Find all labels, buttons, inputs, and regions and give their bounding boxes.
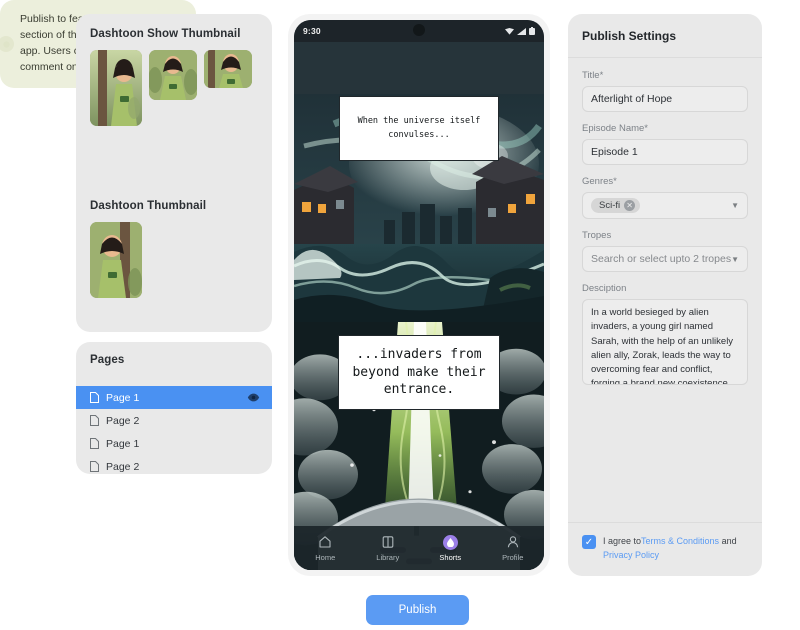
chevron-down-icon: ▼ [731,201,739,210]
page-label: Page 2 [106,414,140,427]
signal-icon [517,27,526,35]
genre-chip: Sci-fi ✕ [591,198,641,213]
terms-checkbox[interactable]: ✓ [582,535,596,549]
genre-chip-label: Sci-fi [599,200,621,211]
page-list-item-2[interactable]: Page 2 [76,409,272,432]
genres-select[interactable]: Sci-fi ✕ ▼ [582,192,748,219]
document-icon [90,392,99,403]
book-icon [381,535,395,550]
comic-viewer[interactable]: When the universe itself convulses... ..… [294,42,544,570]
tropes-placeholder: Search or select upto 2 tropes [591,253,732,265]
status-time: 9:30 [303,26,321,36]
page-label: Page 2 [106,460,140,473]
publish-settings-panel: Publish Settings Title* Episode Name* Ge… [568,14,762,576]
episode-field-group: Episode Name* [582,123,748,165]
nav-item-home[interactable]: Home [294,535,357,562]
remove-genre-icon[interactable]: ✕ [624,200,636,211]
wifi-icon [505,27,514,35]
eye-icon[interactable] [247,393,260,402]
show-thumbnail-row [90,50,258,126]
description-textarea[interactable]: In a world besieged by alien invaders, a… [582,299,748,385]
document-icon [90,438,99,449]
page-list-item-1[interactable]: Page 1 [76,386,272,409]
tropes-label: Tropes [582,230,612,241]
show-thumbnail-3[interactable] [204,50,252,88]
phone-screen: 9:30 When the universe itself convulses.… [294,20,544,570]
document-icon [90,461,99,472]
nav-item-profile[interactable]: Profile [482,535,545,562]
nav-item-shorts[interactable]: Shorts [419,534,482,562]
chevron-down-icon: ▼ [731,254,739,264]
shorts-icon [442,534,458,550]
genres-label: Genres* [582,176,617,187]
comic-caption-1: When the universe itself convulses... [339,96,499,161]
camera-notch [413,24,425,36]
title-field-group: Title* [582,70,748,112]
tropes-select[interactable]: Search or select upto 2 tropes ▼ [582,246,748,272]
page-list-item-4[interactable]: Page 2 [76,455,272,474]
title-label: Title* [582,70,604,81]
terms-text: I agree toTerms & Conditions and Privacy… [603,535,748,562]
pages-panel: Pages Page 1 Page 2 Page 1 Page 2 [76,342,272,474]
info-icon [0,36,14,52]
privacy-policy-link[interactable]: Privacy Policy [603,550,659,560]
phone-preview: 9:30 When the universe itself convulses.… [288,14,550,576]
page-list-item-3[interactable]: Page 1 [76,432,272,455]
show-thumbnail-1[interactable] [90,50,142,126]
genres-field-group: Genres* Sci-fi ✕ ▼ [582,176,748,219]
show-thumbnail-2[interactable] [149,50,197,100]
publish-settings-title: Publish Settings [568,14,762,58]
nav-label: Home [315,552,336,562]
pages-title: Pages [90,354,125,366]
page-label: Page 1 [106,437,140,450]
tropes-field-group: Tropes Search or select upto 2 tropes ▼ [582,230,748,272]
dashtoon-thumbnail-title: Dashtoon Thumbnail [90,200,207,212]
description-label: Desciption [582,283,627,294]
page-label: Page 1 [106,391,140,404]
dashtoon-thumbnail[interactable] [90,222,142,298]
episode-name-input[interactable] [582,139,748,165]
terms-and: and [719,536,737,546]
nav-label: Profile [502,552,524,562]
battery-icon [529,27,535,35]
publish-editor-screen: Dashtoon Show Thumbnail Dashtoon Thumbna… [0,0,800,630]
title-input[interactable] [582,86,748,112]
comic-caption-2: ...invaders from beyond make their entra… [338,335,500,410]
status-icons [505,27,535,35]
terms-agreement-row: ✓ I agree toTerms & Conditions and Priva… [568,522,762,576]
document-icon [90,415,99,426]
episode-label: Episode Name* [582,123,649,134]
bottom-navigation: Home Library Shorts Profile [294,526,544,570]
nav-label: Library [376,552,400,562]
terms-prefix: I agree to [603,536,642,546]
nav-label: Shorts [439,552,462,562]
terms-conditions-link[interactable]: Terms & Conditions [641,536,719,546]
home-icon [318,535,332,550]
publish-button[interactable]: Publish [366,595,469,625]
thumbnails-panel: Dashtoon Show Thumbnail Dashtoon Thumbna… [76,14,272,332]
publish-settings-form: Title* Episode Name* Genres* Sci-fi ✕ ▼ [568,58,762,390]
person-icon [506,535,520,550]
show-thumbnail-title: Dashtoon Show Thumbnail [90,28,241,40]
nav-item-library[interactable]: Library [357,535,420,562]
description-field-group: Desciption In a world besieged by alien … [582,283,748,390]
